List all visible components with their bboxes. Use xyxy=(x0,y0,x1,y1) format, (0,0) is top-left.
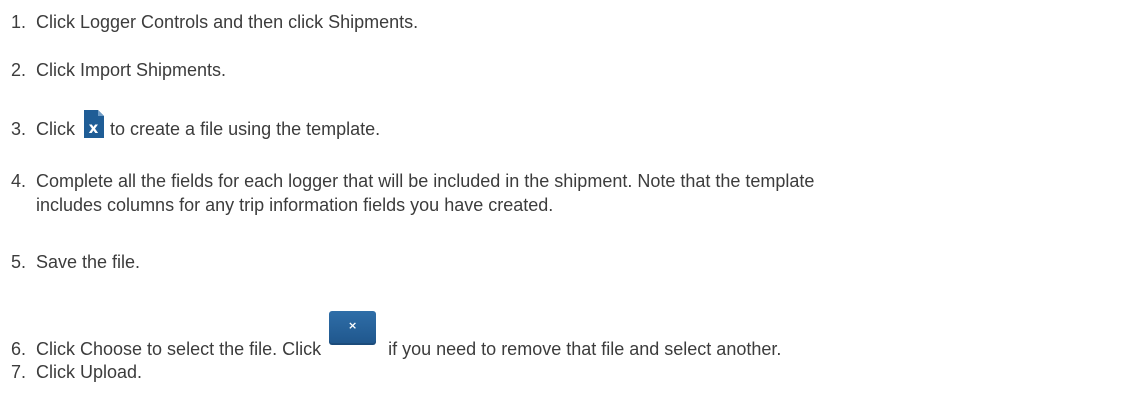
step-number: 5. xyxy=(11,252,27,272)
step-text-line-2: includes columns for any trip informatio… xyxy=(36,195,554,215)
step-6: 6. Click Choose to select the file. Click… xyxy=(11,311,781,361)
step-text-after: if you need to remove that file and sele… xyxy=(388,339,782,359)
step-text: Click Logger Controls and then click Shi… xyxy=(36,12,419,32)
step-5: 5. Save the file. xyxy=(11,250,140,274)
step-text: Save the file. xyxy=(36,252,141,272)
instruction-steps: 1. Click Logger Controls and then click S… xyxy=(0,0,1127,400)
step-text: Click Import Shipments. xyxy=(36,60,227,80)
step-4: 4. Complete all the fields for each logge… xyxy=(11,169,1121,217)
close-icon: × xyxy=(348,319,358,332)
step-number: 1. xyxy=(11,12,27,32)
step-1: 1. Click Logger Controls and then click S… xyxy=(11,10,418,34)
step-number: 3. xyxy=(11,119,27,139)
step-number: 2. xyxy=(11,60,27,80)
step-text-line-1: Complete all the fields for each logger … xyxy=(36,171,815,191)
step-7: 7. Click Upload. xyxy=(11,360,142,384)
step-text: Click Upload. xyxy=(36,362,143,382)
step-text-before: Click Choose to select the file. Click xyxy=(36,339,322,359)
step-number: 4. xyxy=(11,171,27,191)
step-number: 6. xyxy=(11,339,27,359)
step-number: 7. xyxy=(11,362,27,382)
svg-text:x: x xyxy=(89,119,99,137)
step-3: 3. Click x to create a file using the tem… xyxy=(11,109,380,141)
step-2: 2. Click Import Shipments. xyxy=(11,58,226,82)
excel-file-icon: x xyxy=(82,109,106,139)
remove-file-icon: × xyxy=(329,311,377,345)
step-text-after: to create a file using the template. xyxy=(110,119,381,139)
step-text-before: Click xyxy=(36,119,75,139)
